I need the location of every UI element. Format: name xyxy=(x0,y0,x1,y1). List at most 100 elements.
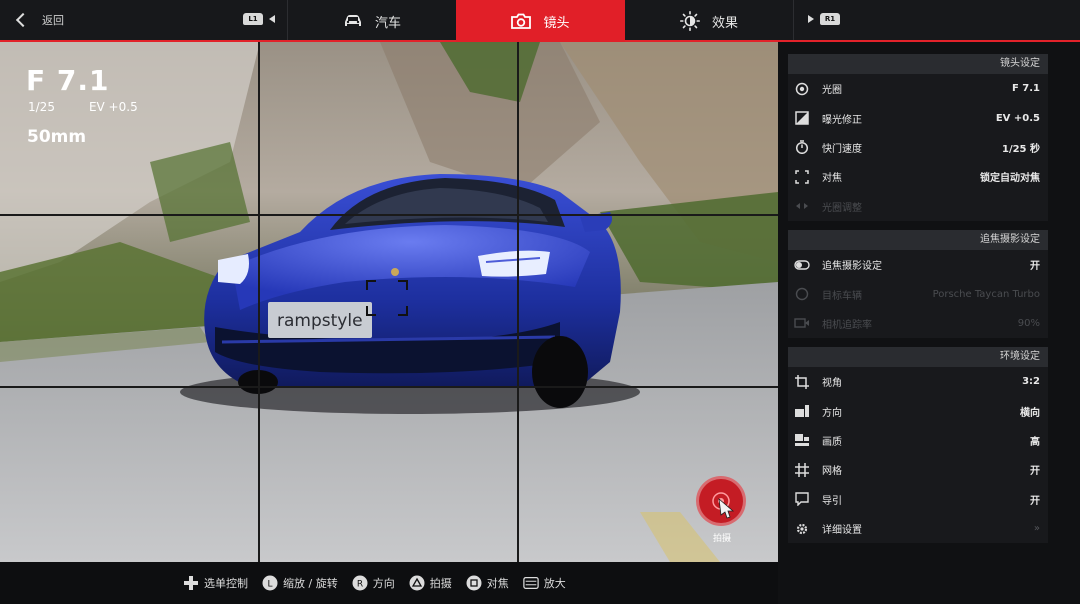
timer-icon xyxy=(794,139,810,155)
previous-tab-hint[interactable]: L1 xyxy=(243,13,275,25)
tab-car[interactable]: 汽车 xyxy=(288,0,456,42)
left-stick-icon: L xyxy=(262,575,278,591)
setting-row-shutter-speed[interactable]: 快门速度 1/25 秒 xyxy=(788,133,1048,162)
grid-line xyxy=(258,42,260,562)
back-button[interactable]: 返回 xyxy=(0,0,200,40)
gear-icon xyxy=(794,521,810,537)
l1-bumper-icon: L1 xyxy=(243,13,263,25)
setting-value: 开 xyxy=(1030,261,1040,273)
triangle-button-icon xyxy=(409,575,425,591)
hud-ev: EV +0.5 xyxy=(88,100,138,114)
setting-row-aspect-ratio[interactable]: 视角 3:2 xyxy=(788,367,1048,396)
setting-label: 视角 xyxy=(822,378,842,390)
section-title: 镜头设定 xyxy=(788,54,1048,74)
setting-row-aperture[interactable]: 光圈 F 7.1 xyxy=(788,74,1048,103)
setting-value: 1/25 秒 xyxy=(1001,143,1040,155)
hud-exposure-row: 1/25 EV +0.5 xyxy=(28,100,138,114)
setting-row-exposure[interactable]: 曝光修正 EV +0.5 xyxy=(788,103,1048,132)
setting-value: F 7.1 xyxy=(1011,83,1040,95)
shutter-label: 拍摄 xyxy=(712,534,731,544)
dpad-icon xyxy=(183,575,199,591)
setting-value: EV +0.5 xyxy=(995,112,1040,124)
triangle-left-icon xyxy=(269,15,275,23)
hint-direction: R 方向 xyxy=(352,575,395,591)
tab-effects[interactable]: 效果 xyxy=(625,0,793,42)
hint-label: 缩放 / 旋转 xyxy=(283,577,338,590)
grid-line xyxy=(517,42,519,562)
hint-label: 拍摄 xyxy=(429,577,452,590)
controller-hints-bar: 选单控制 L 缩放 / 旋转 R 方向 拍摄 对焦 放大 xyxy=(0,562,778,604)
focus-reticle xyxy=(366,280,408,316)
setting-row-tracking-rate: 相机追踪率 90% xyxy=(788,309,1048,338)
aperture-adjust-icon xyxy=(794,198,810,214)
brightness-icon xyxy=(679,11,700,31)
setting-value: 开 xyxy=(1030,495,1040,507)
video-camera-icon xyxy=(794,315,810,331)
setting-value: 高 xyxy=(1030,436,1040,448)
car-icon xyxy=(344,15,361,26)
chevron-left-icon xyxy=(15,12,31,28)
hint-label: 对焦 xyxy=(486,577,509,590)
setting-row-grid[interactable]: 网格 开 xyxy=(788,455,1048,484)
license-plate-text: rampstyle xyxy=(277,311,363,331)
setting-row-quality[interactable]: 画质 高 xyxy=(788,426,1048,455)
setting-label: 快门速度 xyxy=(822,143,862,155)
exposure-icon xyxy=(794,110,810,126)
next-tab-hint[interactable]: R1 xyxy=(808,13,840,25)
grid-line xyxy=(0,386,778,388)
setting-label: 光圈调整 xyxy=(822,202,862,214)
setting-row-tracking[interactable]: 追焦摄影设定 开 xyxy=(788,250,1048,279)
svg-text:L: L xyxy=(267,580,272,590)
shutter-button-icon xyxy=(712,492,735,519)
setting-label: 目标车辆 xyxy=(822,290,862,302)
shutter-button[interactable] xyxy=(696,476,746,526)
crop-icon xyxy=(794,374,810,390)
setting-value: Porsche Taycan Turbo xyxy=(932,288,1040,300)
setting-label: 方向 xyxy=(822,407,842,419)
tab-car-label: 汽车 xyxy=(374,15,401,31)
setting-label: 对焦 xyxy=(822,173,842,185)
target-icon xyxy=(794,286,810,302)
right-stick-icon: R xyxy=(352,575,368,591)
focus-icon xyxy=(794,169,810,185)
hint-shoot: 拍摄 xyxy=(409,575,452,591)
setting-row-details[interactable]: 详细设置 » xyxy=(788,514,1048,543)
environment-settings-section: 环境设定 视角 3:2 方向 横向 画质 高 网格 开 导引 开 详细设置 » xyxy=(788,347,1048,543)
toggle-icon xyxy=(794,257,810,273)
hint-zoom-in: 放大 xyxy=(522,575,566,591)
setting-label: 追焦摄影设定 xyxy=(822,261,882,273)
setting-value: 横向 xyxy=(1020,407,1040,419)
r1-bumper-icon: R1 xyxy=(820,13,840,25)
grid-line xyxy=(0,214,778,216)
hint-zoom-rotate: L 缩放 / 旋转 xyxy=(262,575,338,591)
square-button-icon xyxy=(466,575,482,591)
back-label: 返回 xyxy=(42,14,64,27)
chevron-double-right-icon: » xyxy=(1033,523,1040,535)
hud-aperture: F 7.1 xyxy=(26,64,110,97)
setting-label: 详细设置 xyxy=(822,525,862,537)
top-navigation-bar: 返回 L1 汽车 镜头 效果 R1 xyxy=(0,0,1080,42)
tracking-settings-section: 追焦摄影设定 追焦摄影设定 开 目标车辆 Porsche Taycan Turb… xyxy=(788,230,1048,338)
hint-menu-control: 选单控制 xyxy=(183,575,248,591)
section-title: 环境设定 xyxy=(788,347,1048,367)
setting-value: 90% xyxy=(1017,317,1040,329)
tab-camera[interactable]: 镜头 xyxy=(456,0,625,42)
settings-panel: 镜头设定 光圈 F 7.1 曝光修正 EV +0.5 快门速度 1/25 秒 对… xyxy=(778,42,1080,604)
setting-row-aperture-adjust: 光圈调整 xyxy=(788,192,1048,221)
setting-label: 导引 xyxy=(822,495,842,507)
setting-row-target-car: 目标车辆 Porsche Taycan Turbo xyxy=(788,279,1048,308)
setting-label: 光圈 xyxy=(822,85,842,97)
camera-viewfinder[interactable]: rampstyle F 7.1 1/25 EV +0.5 50mm 拍摄 xyxy=(0,42,778,562)
hud-shutter-speed: 1/25 xyxy=(28,100,55,114)
guide-icon xyxy=(794,491,810,507)
setting-label: 曝光修正 xyxy=(822,114,862,126)
hint-focus: 对焦 xyxy=(466,575,509,591)
triangle-right-icon xyxy=(808,15,814,23)
setting-row-orientation[interactable]: 方向 横向 xyxy=(788,396,1048,425)
quality-icon xyxy=(794,432,810,448)
setting-row-focus[interactable]: 对焦 锁定自动对焦 xyxy=(788,162,1048,191)
setting-value: 开 xyxy=(1030,466,1040,478)
hint-label: 方向 xyxy=(372,577,395,590)
setting-row-guide[interactable]: 导引 开 xyxy=(788,485,1048,514)
setting-label: 相机追踪率 xyxy=(822,319,872,331)
